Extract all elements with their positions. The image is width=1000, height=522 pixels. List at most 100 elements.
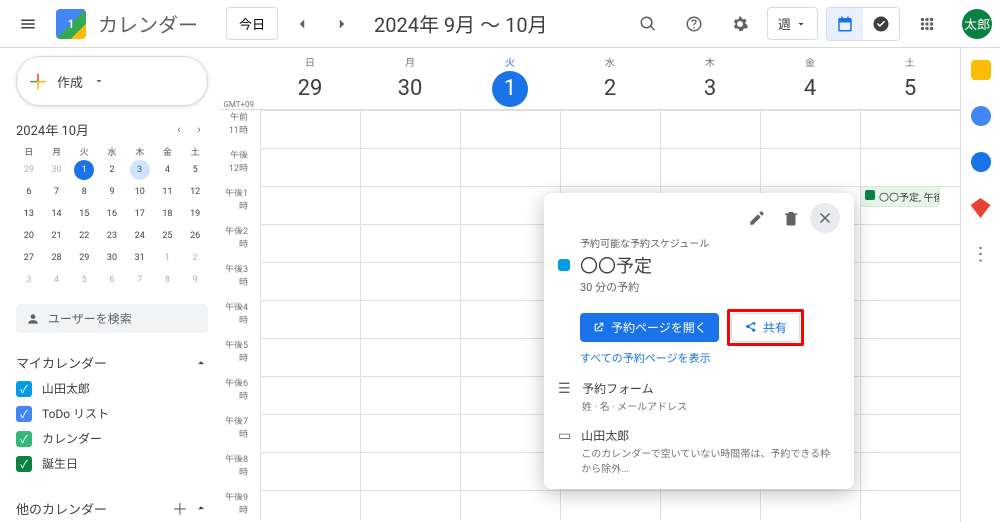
mini-day[interactable]: 5	[185, 160, 205, 180]
calendar-label: 山田太郎	[42, 380, 90, 397]
contacts-app-icon[interactable]	[971, 152, 991, 172]
mini-day[interactable]: 15	[74, 204, 94, 224]
mini-day[interactable]: 14	[47, 204, 67, 224]
mini-day[interactable]: 8	[157, 270, 177, 290]
mini-day[interactable]: 7	[130, 270, 150, 290]
calendar-checkbox[interactable]: ✓	[16, 456, 32, 472]
calendar-checkbox[interactable]: ✓	[16, 406, 32, 422]
mini-dow: 月	[44, 145, 70, 158]
today-button[interactable]: 今日	[226, 7, 278, 40]
mini-day[interactable]: 8	[74, 182, 94, 202]
mini-day[interactable]: 21	[47, 226, 67, 246]
mini-day[interactable]: 9	[185, 270, 205, 290]
calendar-checkbox[interactable]: ✓	[16, 431, 32, 447]
day-header[interactable]: 火1	[460, 48, 560, 109]
calendar-item[interactable]: ✓ 山田太郎	[16, 376, 208, 401]
mini-calendar: 日月火水木金土293012345678910111213141516171819…	[16, 145, 208, 290]
calendar-view-button[interactable]	[827, 8, 863, 40]
mini-day[interactable]: 2	[102, 160, 122, 180]
calendar-item[interactable]: ✓カレンダー	[16, 426, 208, 451]
day-header[interactable]: 日29	[260, 48, 360, 109]
date-range-title: 2024年 9月 〜 10月	[374, 9, 548, 38]
account-avatar[interactable]: 太郎	[962, 9, 992, 39]
mini-day[interactable]: 2	[185, 248, 205, 268]
mini-day[interactable]: 26	[185, 226, 205, 246]
mini-day[interactable]: 9	[102, 182, 122, 202]
event-chip[interactable]: 〇〇予定, 午後12:	[860, 186, 940, 207]
mini-day[interactable]: 7	[47, 182, 67, 202]
mini-day[interactable]: 18	[157, 204, 177, 224]
mini-day[interactable]: 24	[130, 226, 150, 246]
mini-day[interactable]: 28	[47, 248, 67, 268]
delete-button[interactable]	[776, 203, 806, 233]
calendar-item[interactable]: ✓誕生日	[16, 451, 208, 476]
day-header[interactable]: 月30	[360, 48, 460, 109]
mini-day[interactable]: 5	[74, 270, 94, 290]
mini-day[interactable]: 29	[74, 248, 94, 268]
form-subtitle: 姓 · 名 · メールアドレス	[582, 398, 687, 413]
close-button[interactable]	[810, 203, 840, 233]
mini-day[interactable]: 19	[185, 204, 205, 224]
settings-button[interactable]	[721, 5, 759, 43]
mini-day[interactable]: 25	[157, 226, 177, 246]
day-header[interactable]: 土5	[860, 48, 960, 109]
mini-dow: 火	[71, 145, 97, 158]
create-label: 作成	[57, 72, 83, 91]
next-week-button[interactable]	[326, 8, 358, 40]
mini-day[interactable]: 22	[74, 226, 94, 246]
mini-day[interactable]: 1	[74, 160, 94, 180]
time-label: 午後2時	[220, 224, 254, 262]
mini-day[interactable]: 4	[47, 270, 67, 290]
mini-day[interactable]: 11	[157, 182, 177, 202]
mini-day[interactable]: 17	[130, 204, 150, 224]
mini-day[interactable]: 3	[130, 160, 150, 180]
main-menu-button[interactable]	[8, 4, 48, 44]
mini-day[interactable]: 10	[130, 182, 150, 202]
mini-prev-button[interactable]: ‹	[170, 121, 188, 139]
mini-day[interactable]: 29	[19, 160, 39, 180]
search-button[interactable]	[629, 5, 667, 43]
mini-day[interactable]: 3	[19, 270, 39, 290]
mini-day[interactable]: 6	[19, 182, 39, 202]
mini-day[interactable]: 6	[102, 270, 122, 290]
share-button[interactable]: 共有	[731, 313, 800, 342]
mini-next-button[interactable]: ›	[190, 121, 208, 139]
edit-button[interactable]	[742, 203, 772, 233]
other-calendars-header[interactable]: 他のカレンダー ＋	[16, 492, 208, 522]
mini-day[interactable]: 4	[157, 160, 177, 180]
day-header[interactable]: 金4	[760, 48, 860, 109]
calendar-item[interactable]: ✓ToDo リスト	[16, 401, 208, 426]
mini-day[interactable]: 20	[19, 226, 39, 246]
keep-app-icon[interactable]	[971, 60, 991, 80]
time-label: 午後1時	[220, 186, 254, 224]
prev-week-button[interactable]	[286, 8, 318, 40]
more-addons-button[interactable]: ⋮	[972, 244, 990, 265]
mini-day[interactable]: 31	[130, 248, 150, 268]
calendar-checkbox[interactable]: ✓	[16, 381, 32, 397]
tasks-view-button[interactable]	[863, 8, 899, 40]
mini-day[interactable]: 13	[19, 204, 39, 224]
mini-day[interactable]: 23	[102, 226, 122, 246]
mini-day[interactable]: 30	[47, 160, 67, 180]
day-header[interactable]: 水2	[560, 48, 660, 109]
day-header[interactable]: 木3	[660, 48, 760, 109]
person-icon	[26, 312, 40, 326]
apps-button[interactable]	[908, 5, 946, 43]
maps-app-icon[interactable]	[971, 198, 991, 218]
mini-day[interactable]: 12	[185, 182, 205, 202]
create-button[interactable]: ＋ 作成	[16, 56, 208, 106]
view-select[interactable]: 週	[767, 7, 818, 40]
tasks-app-icon[interactable]	[971, 106, 991, 126]
mini-day[interactable]: 1	[157, 248, 177, 268]
people-search[interactable]: ユーザーを検索	[16, 304, 208, 333]
mini-day[interactable]: 27	[19, 248, 39, 268]
add-calendar-button[interactable]: ＋	[172, 496, 188, 520]
view-all-pages-link[interactable]: すべての予約ページを表示	[580, 350, 840, 366]
my-calendars-header[interactable]: マイカレンダー	[16, 349, 208, 376]
help-icon	[685, 15, 703, 33]
open-booking-page-button[interactable]: 予約ページを開く	[580, 313, 719, 342]
help-button[interactable]	[675, 5, 713, 43]
mini-day[interactable]: 16	[102, 204, 122, 224]
time-label: 午後5時	[220, 338, 254, 376]
mini-day[interactable]: 30	[102, 248, 122, 268]
